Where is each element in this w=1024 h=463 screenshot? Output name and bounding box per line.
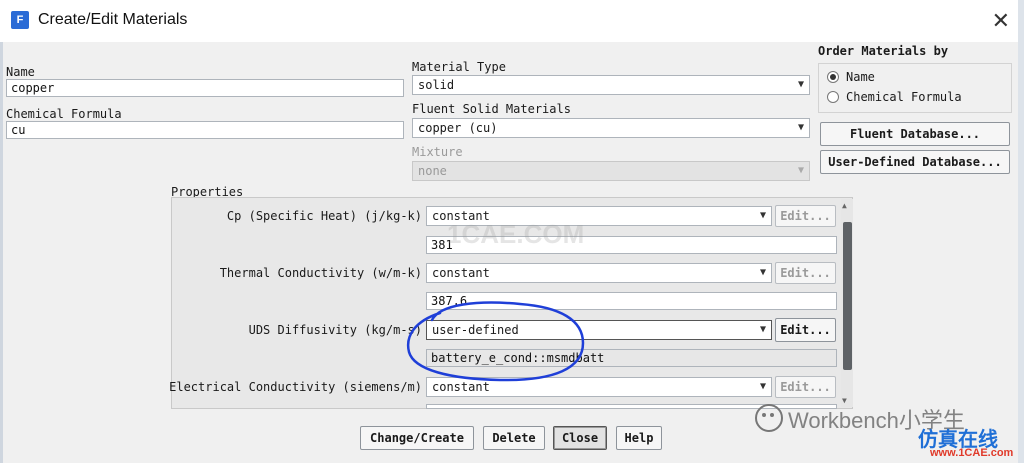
chemical-formula-field[interactable]: cu [6,121,404,139]
wechat-icon [755,404,783,432]
fluent-solid-materials-label: Fluent Solid Materials [412,102,571,116]
edit-button-uds-diffusivity[interactable]: Edit... [775,318,836,342]
chevron-down-icon: ▼ [759,267,766,278]
fluent-solid-materials-value: copper (cu) [418,121,498,135]
window-left-edge [0,42,3,463]
property-label-electrical-conductivity: Electrical Conductivity (siemens/m) [169,380,422,394]
property-label-cp: Cp (Specific Heat) (j/kg-k) [226,209,422,223]
chevron-down-icon: ▼ [797,122,804,133]
property-method-value: user-defined [432,323,519,337]
close-window-icon[interactable]: ✕ [992,8,1010,34]
edit-button-thermal-conductivity[interactable]: Edit... [775,262,836,284]
material-type-label: Material Type [412,60,506,74]
order-materials-title: Order Materials by [818,44,949,58]
order-by-formula-label[interactable]: Chemical Formula [846,90,962,104]
fluent-app-icon: F [11,11,29,29]
property-method-thermal-conductivity[interactable]: constant ▼ [426,263,772,283]
window-title: Create/Edit Materials [38,11,188,28]
property-method-value: constant [432,380,490,394]
title-bar: F Create/Edit Materials ✕ [0,0,1024,42]
order-by-formula-radio[interactable] [827,91,839,103]
chevron-down-icon: ▼ [759,324,766,335]
property-method-uds-diffusivity[interactable]: user-defined ▼ [426,320,772,340]
order-by-name-label[interactable]: Name [846,70,875,84]
change-create-button[interactable]: Change/Create [360,426,474,450]
scroll-up-icon[interactable]: ▲ [842,201,847,210]
material-type-dropdown[interactable]: solid ▼ [412,75,810,95]
name-label: Name [6,65,35,79]
close-button[interactable]: Close [553,426,607,450]
property-method-electrical-conductivity[interactable]: constant ▼ [426,377,772,397]
order-by-name-radio[interactable] [827,71,839,83]
fluent-database-button[interactable]: Fluent Database... [820,122,1010,146]
watermark-site: www.1CAE.com [930,447,1014,459]
properties-scrollbar-thumb[interactable] [843,222,852,370]
edit-button-electrical-conductivity[interactable]: Edit... [775,376,836,398]
chevron-down-icon: ▼ [759,381,766,392]
chevron-down-icon: ▼ [759,210,766,221]
chevron-down-icon: ▼ [797,79,804,90]
delete-button[interactable]: Delete [483,426,545,450]
property-value-thermal-conductivity[interactable]: 387.6 [426,292,837,310]
mixture-value: none [418,164,447,178]
mixture-label: Mixture [412,145,463,159]
help-button[interactable]: Help [616,426,662,450]
chevron-down-icon: ▼ [797,165,804,176]
user-defined-database-button[interactable]: User-Defined Database... [820,150,1010,174]
property-label-thermal-conductivity: Thermal Conductivity (w/m-k) [219,266,422,280]
mixture-dropdown: none ▼ [412,161,810,181]
chemical-formula-label: Chemical Formula [6,107,122,121]
property-label-uds-diffusivity: UDS Diffusivity (kg/m-s) [248,323,422,337]
fluent-solid-materials-dropdown[interactable]: copper (cu) ▼ [412,118,810,138]
window-right-edge [1018,0,1024,463]
property-method-value: constant [432,266,490,280]
material-type-value: solid [418,78,455,92]
watermark-center: 1CAE.COM [447,219,585,249]
name-field[interactable]: copper [6,79,404,97]
edit-button-cp[interactable]: Edit... [775,205,836,227]
property-value-uds-diffusivity: battery_e_cond::msmdbatt [426,349,837,367]
